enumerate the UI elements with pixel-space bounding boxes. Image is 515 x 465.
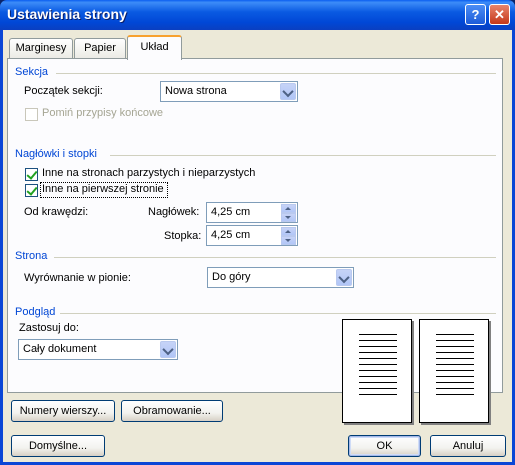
dialog-window: Ustawienia strony ? ✕ Marginesy Papier U… (0, 0, 515, 465)
text-line (359, 376, 397, 377)
line-numbers-button[interactable]: Numery wierszy... (11, 400, 115, 422)
text-line (359, 388, 397, 389)
default-button[interactable]: Domyślne... (11, 435, 105, 457)
borders-button[interactable]: Obramowanie... (121, 400, 223, 422)
chevron-down-icon[interactable] (280, 83, 296, 100)
title-bar[interactable]: Ustawienia strony ? ✕ (0, 0, 515, 30)
text-line (436, 376, 474, 377)
group-divider (56, 73, 496, 74)
text-line (359, 364, 397, 365)
group-divider (110, 155, 496, 156)
section-start-select[interactable]: Nowa strona (160, 81, 298, 102)
text-line (436, 364, 474, 365)
apply-to-select[interactable]: Cały dokument (18, 339, 178, 360)
group-title-sekcja: Sekcja (15, 66, 49, 78)
text-line (436, 370, 474, 371)
group-divider (54, 257, 496, 258)
spin-down-icon[interactable] (281, 213, 296, 222)
spin-down-icon[interactable] (281, 236, 296, 245)
checkmark-icon (26, 184, 38, 196)
apply-to-label: Zastosuj do: (19, 322, 79, 334)
header-distance-label: Nagłówek: (148, 206, 200, 218)
ok-button[interactable]: OK (348, 435, 421, 457)
group-title-strona: Strona (15, 250, 48, 262)
text-line (359, 346, 397, 347)
text-line (436, 346, 474, 347)
text-line (436, 388, 474, 389)
text-line (436, 382, 474, 383)
cancel-button[interactable]: Anuluj (430, 435, 506, 457)
odd-even-label: Inne na stronach parzystych i nieparzyst… (42, 167, 256, 179)
text-line (436, 394, 474, 395)
spin-up-icon[interactable] (281, 204, 296, 213)
checkmark-icon (26, 168, 38, 180)
text-line (359, 334, 397, 335)
vertical-align-value: Do góry (212, 271, 251, 283)
tab-marginesy[interactable]: Marginesy (9, 38, 73, 58)
close-button[interactable]: ✕ (489, 4, 510, 25)
window-title: Ustawienia strony (7, 6, 127, 22)
help-button[interactable]: ? (465, 4, 486, 25)
text-line (436, 358, 474, 359)
tab-papier[interactable]: Papier (74, 38, 126, 58)
apply-to-value: Cały dokument (23, 343, 97, 355)
suppress-endnotes-label: Pomiń przypisy końcowe (42, 107, 164, 119)
group-title-headers: Nagłówki i stopki (15, 148, 97, 160)
text-line (359, 352, 397, 353)
text-line (359, 370, 397, 371)
footer-distance-spinner[interactable]: 4,25 cm (206, 225, 298, 246)
first-page-label: Inne na pierwszej stronie (42, 183, 164, 195)
from-edge-label: Od krawędzi: (24, 206, 89, 218)
text-line (436, 334, 474, 335)
group-divider (60, 313, 496, 314)
tab-uklad[interactable]: Układ (127, 35, 182, 60)
vertical-align-select[interactable]: Do góry (207, 267, 354, 288)
text-line (359, 358, 397, 359)
odd-even-checkbox[interactable] (25, 168, 38, 181)
preview-page-left (342, 319, 412, 423)
chevron-down-icon[interactable] (160, 341, 176, 358)
vertical-align-label: Wyrównanie w pionie: (24, 272, 131, 284)
header-distance-value: 4,25 cm (211, 206, 251, 218)
text-line (359, 340, 397, 341)
suppress-endnotes-checkbox[interactable] (25, 108, 38, 121)
section-start-value: Nowa strona (165, 85, 227, 97)
footer-distance-value: 4,25 cm (211, 229, 251, 241)
text-line (436, 340, 474, 341)
section-start-label: Początek sekcji: (24, 85, 103, 97)
spin-up-icon[interactable] (281, 227, 296, 236)
text-line (359, 394, 397, 395)
first-page-checkbox[interactable] (25, 184, 38, 197)
header-distance-spinner[interactable]: 4,25 cm (206, 202, 298, 223)
footer-distance-label: Stopka: (164, 230, 202, 242)
preview-page-right (419, 319, 489, 423)
group-title-podglad: Podgląd (15, 306, 56, 318)
chevron-down-icon[interactable] (336, 269, 352, 286)
text-line (436, 352, 474, 353)
text-line (359, 382, 397, 383)
